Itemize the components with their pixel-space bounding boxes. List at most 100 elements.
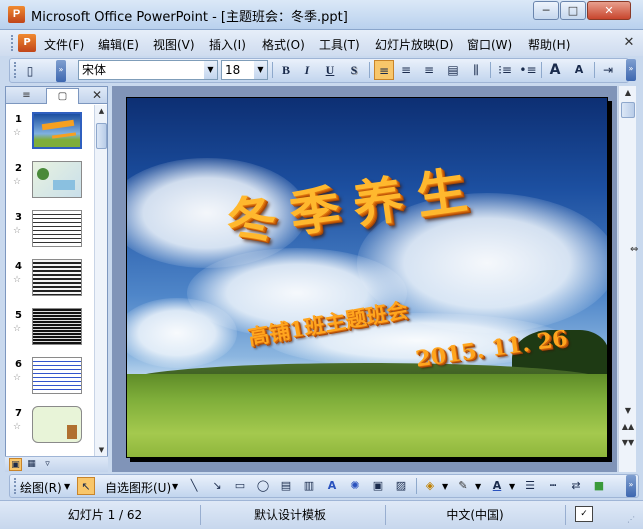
grow-font-button[interactable]: A: [545, 60, 565, 80]
line-color-icon[interactable]: ✎: [454, 477, 472, 495]
slide-thumbnail-4[interactable]: 4 ☆: [6, 259, 94, 307]
scroll-up-icon[interactable]: ▲: [95, 105, 108, 118]
vertical-textbox-tool-icon[interactable]: ▥: [300, 477, 318, 495]
menu-bar: P 文件(F) 编辑(E) 视图(V) 插入(I) 格式(O) 工具(T) 幻灯…: [0, 30, 643, 56]
align-left-button[interactable]: ≡: [374, 60, 394, 80]
italic-button[interactable]: I: [297, 60, 317, 80]
indent-button[interactable]: ⇥: [598, 60, 618, 80]
close-button[interactable]: ✕: [587, 1, 631, 20]
menu-insert[interactable]: 插入(I): [209, 36, 246, 53]
status-divider: [200, 505, 201, 525]
document-icon[interactable]: P: [18, 34, 36, 52]
menu-edit[interactable]: 编辑(E): [98, 36, 139, 53]
align-center-button[interactable]: ≡: [396, 60, 416, 80]
menu-window[interactable]: 窗口(W): [467, 36, 512, 53]
line-style-icon[interactable]: ☰: [521, 477, 539, 495]
bulleted-list-button[interactable]: •≡: [518, 60, 538, 80]
menu-slideshow[interactable]: 幻灯片放映(D): [375, 36, 454, 53]
document-close-icon[interactable]: ✕: [621, 35, 637, 51]
arrow-tool-icon[interactable]: ↘: [208, 477, 226, 495]
star-icon: ☆: [13, 324, 22, 334]
oval-tool-icon[interactable]: ◯: [254, 477, 272, 495]
tab-slides[interactable]: ▢: [46, 88, 79, 104]
normal-view-icon[interactable]: ▣: [9, 458, 22, 471]
slide-thumbnail-3[interactable]: 3 ☆: [6, 210, 94, 258]
align-right-button[interactable]: ≡: [419, 60, 439, 80]
current-slide[interactable]: 冬季养生 高铺1班主题班会 2015. 11. 26: [126, 97, 608, 458]
font-color-icon[interactable]: A: [488, 477, 506, 495]
numbered-list-button[interactable]: ⁝≡: [495, 60, 515, 80]
scroll-thumb[interactable]: [96, 123, 107, 149]
dash-style-icon[interactable]: ┅: [544, 477, 562, 495]
slide-thumbnail-1[interactable]: 1 ☆: [6, 112, 94, 160]
shadow-button[interactable]: S: [344, 60, 364, 80]
resize-grip-icon[interactable]: ⋰: [627, 515, 635, 524]
size-dropdown-chevron-down-icon[interactable]: ▼: [254, 61, 267, 79]
next-slide-icon[interactable]: ▼▼: [620, 436, 636, 450]
tab-outline[interactable]: ≡: [10, 88, 43, 104]
font-name-combo[interactable]: 宋体 ▼: [78, 60, 218, 80]
new-document-icon[interactable]: ▯: [20, 61, 40, 81]
rectangle-tool-icon[interactable]: ▭: [231, 477, 249, 495]
textbox-tool-icon[interactable]: ▤: [277, 477, 295, 495]
clipart-tool-icon[interactable]: ▣: [369, 477, 387, 495]
slideshow-view-icon[interactable]: ▿: [41, 458, 54, 471]
menu-view[interactable]: 视图(V): [153, 36, 195, 53]
toolbar-overflow-chevron-right[interactable]: »: [626, 59, 636, 81]
maximize-button[interactable]: □: [560, 1, 586, 20]
font-size-combo[interactable]: 18 ▼: [221, 60, 268, 80]
slide-number: 1: [15, 114, 22, 125]
minimize-button[interactable]: ─: [533, 1, 559, 20]
scroll-up-icon[interactable]: ▲: [620, 86, 636, 100]
select-arrow-button[interactable]: ↖: [77, 477, 95, 495]
spell-check-icon[interactable]: ✓: [575, 506, 593, 522]
slide-thumbnail-7[interactable]: 7 ☆: [6, 406, 94, 454]
toolbar-overflow-chevron[interactable]: »: [626, 475, 636, 497]
slide-thumbnail-5[interactable]: 5 ☆: [6, 308, 94, 356]
menu-tools[interactable]: 工具(T): [319, 36, 360, 53]
bold-button[interactable]: B: [276, 60, 296, 80]
shrink-font-button[interactable]: A: [569, 60, 589, 80]
slide-vertical-scrollbar[interactable]: ▲ ▼ ▲▲ ▼▼: [618, 86, 636, 472]
toolbar-grip[interactable]: [14, 478, 16, 494]
slide-preview-image: [32, 357, 82, 394]
fill-color-chevron-down-icon[interactable]: ▼: [442, 482, 448, 491]
slide-thumbnail-6[interactable]: 6 ☆: [6, 357, 94, 405]
autoshapes-menu-button[interactable]: 自选图形(U): [105, 479, 171, 496]
slide-thumbnail-2[interactable]: 2 ☆: [6, 161, 94, 209]
thumbnails-scrollbar[interactable]: ▲ ▼: [94, 105, 107, 457]
toolbar-separator: [369, 62, 370, 78]
powerpoint-app-icon[interactable]: P: [8, 6, 25, 23]
panel-close-icon[interactable]: ✕: [92, 88, 102, 102]
wordart-tool-icon[interactable]: A: [323, 477, 341, 495]
scroll-down-icon[interactable]: ▼: [620, 404, 636, 418]
line-color-chevron-down-icon[interactable]: ▼: [475, 482, 481, 491]
slide-sorter-view-icon[interactable]: ▦: [25, 458, 38, 471]
design-template-status[interactable]: 默认设计模板: [205, 505, 375, 525]
menu-format[interactable]: 格式(O): [262, 36, 305, 53]
columns-button[interactable]: ⫼: [466, 60, 486, 80]
font-dropdown-chevron-down-icon[interactable]: ▼: [204, 61, 217, 79]
draw-menu-button[interactable]: 绘图(R): [20, 479, 62, 496]
diagram-tool-icon[interactable]: ✺: [346, 477, 364, 495]
splitter-handle-icon[interactable]: ⇔: [630, 244, 638, 255]
menu-file[interactable]: 文件(F): [44, 36, 84, 53]
font-color-chevron-down-icon[interactable]: ▼: [509, 482, 515, 491]
scroll-thumb[interactable]: [621, 102, 635, 118]
arrow-style-icon[interactable]: ⇄: [567, 477, 585, 495]
menu-help[interactable]: 帮助(H): [528, 36, 570, 53]
shadow-style-icon[interactable]: ■: [590, 477, 608, 495]
draw-chevron-down-icon[interactable]: ▼: [64, 482, 70, 491]
toolbar-overflow-chevron-left[interactable]: »: [56, 60, 66, 82]
fill-color-icon[interactable]: ◈: [421, 477, 439, 495]
previous-slide-icon[interactable]: ▲▲: [620, 420, 636, 434]
toolbar-grip[interactable]: [14, 62, 16, 78]
language-status[interactable]: 中文(中国): [390, 505, 560, 525]
menubar-grip[interactable]: [11, 35, 14, 51]
line-tool-icon[interactable]: ╲: [185, 477, 203, 495]
picture-tool-icon[interactable]: ▨: [392, 477, 410, 495]
autoshapes-chevron-down-icon[interactable]: ▼: [172, 482, 178, 491]
slide-preview-image: [32, 259, 82, 296]
distribute-button[interactable]: ▤: [443, 60, 463, 80]
underline-button[interactable]: U: [320, 60, 340, 80]
